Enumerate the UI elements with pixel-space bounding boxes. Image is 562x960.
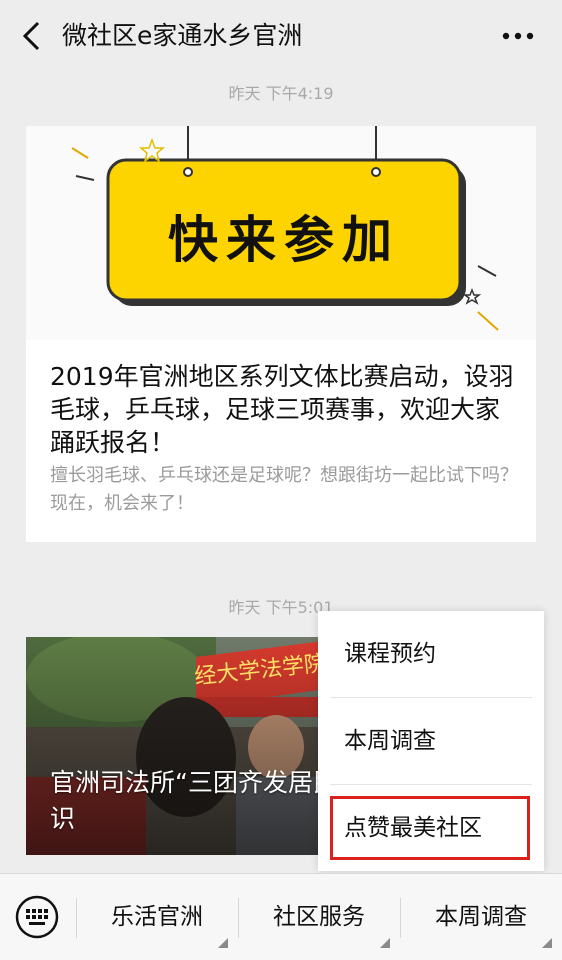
menu-item-label: 乐活官洲 [111, 904, 203, 930]
message-timestamp: 昨天 下午4:19 [228, 84, 334, 103]
bottom-menu-bar: 乐活官洲 社区服务 本周调查 [0, 873, 562, 960]
menu-item-label: 社区服务 [273, 904, 365, 930]
article-banner: 快来参加 [26, 126, 536, 340]
chat-header: 微社区e家通水乡官洲 [0, 0, 562, 72]
chat-title: 微社区e家通水乡官洲 [62, 21, 303, 50]
menu-item-community-service[interactable]: 社区服务 [238, 874, 400, 960]
highlight-box [330, 796, 530, 860]
submenu-indicator-icon [218, 938, 228, 948]
submenu-indicator-icon [380, 938, 390, 948]
article-title: 2019年官洲地区系列文体比赛启动，设羽毛球，乒乓球，足球三项赛事，欢迎大家踊跃… [50, 362, 514, 457]
article-description: 擅长羽毛球、乒乓球还是足球呢？想跟街坊一起比试下吗？现在，机会来了！ [50, 465, 518, 514]
banner-text: 快来参加 [168, 210, 400, 269]
submenu-item-course-booking[interactable]: 课程预约 [318, 611, 544, 697]
article-card[interactable]: 快来参加 2019年官洲地区系列文体比赛启动，设羽毛球，乒乓球，足球三项赛事，欢… [26, 126, 536, 542]
submenu-indicator-icon [542, 938, 552, 948]
chevron-left-icon[interactable] [18, 18, 46, 54]
menu-item-lehuo-guanzhou[interactable]: 乐活官洲 [76, 874, 238, 960]
submenu-popup: 课程预约 本周调查 点赞最美社区 [318, 611, 544, 871]
keyboard-icon[interactable] [14, 894, 60, 940]
menu-item-label: 本周调查 [435, 904, 527, 930]
menu-item-weekly-survey[interactable]: 本周调查 [400, 874, 562, 960]
submenu-item-weekly-survey[interactable]: 本周调查 [318, 698, 544, 784]
more-dots-icon[interactable] [498, 24, 538, 48]
